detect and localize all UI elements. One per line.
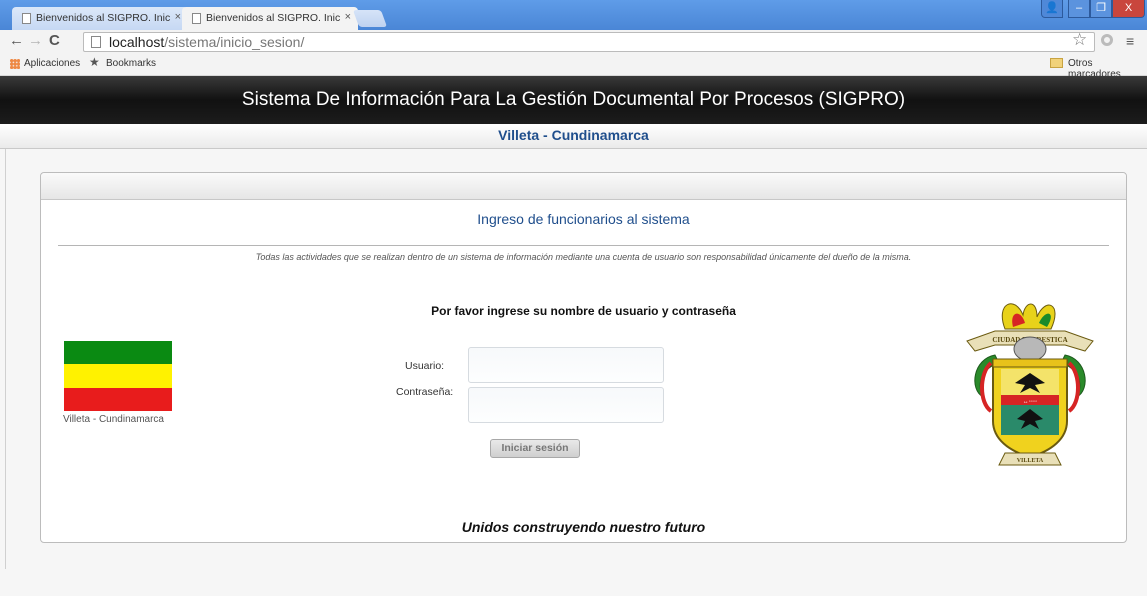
star-icon: ★ [89,55,100,69]
bookmark-star-icon[interactable]: ☆ [1072,30,1087,50]
address-bar[interactable]: localhost/sistema/inicio_sesion/ [83,32,1095,52]
bookmark-apps[interactable]: Aplicaciones [24,58,80,69]
usuario-label: Usuario: [405,360,445,372]
svg-text:VILLETA: VILLETA [1017,458,1044,464]
url-host: localhost [109,34,165,50]
apps-grid-icon[interactable] [10,59,20,69]
extension-icon[interactable] [1101,34,1113,46]
forward-arrow-icon[interactable]: → [28,32,43,49]
divider [5,149,6,569]
login-panel: Ingreso de funcionarios al sistema Todas… [40,172,1127,543]
maximize-button[interactable]: ❐ [1090,0,1112,18]
bookmark-bookmarks[interactable]: Bookmarks [106,58,156,69]
tab-label: Bienvenidos al SIGPRO. Inic [206,12,341,24]
tab-active[interactable]: Bienvenidos al SIGPRO. Inic × [182,7,358,30]
password-label: Contraseña: [396,386,454,398]
page-subheader: Villeta - Cundinamarca [0,124,1147,149]
document-icon [22,13,31,24]
svg-text:↔◦◦◦◦: ↔◦◦◦◦ [1023,399,1038,405]
document-icon [192,13,201,24]
close-window-button[interactable]: X [1112,0,1145,18]
villeta-flag [64,341,172,411]
user-profile-button[interactable]: 👤 [1041,0,1063,18]
tab-close-icon[interactable]: × [175,11,181,23]
password-input[interactable] [468,387,664,423]
reload-icon[interactable]: C [49,32,60,49]
panel-title: Ingreso de funcionarios al sistema [477,211,690,227]
browser-toolbar: ← → C localhost/sistema/inicio_sesion/ ☆… [0,30,1147,53]
page-icon [91,36,101,48]
tab-inactive[interactable]: Bienvenidos al SIGPRO. Inic × [12,7,188,30]
villeta-coat-of-arms: CIUDAD FLORESTICA ↔◦◦◦◦ VILLETA [966,303,1094,466]
usuario-input[interactable] [468,347,664,383]
url-path: /sistema/inicio_sesion/ [164,34,305,50]
folder-icon [1050,58,1063,68]
browser-titlebar: Bienvenidos al SIGPRO. Inic × Bienvenido… [0,0,1147,30]
disclaimer-text: Todas las actividades que se realizan de… [255,252,912,262]
menu-icon[interactable]: ≡ [1126,33,1134,49]
page-header: Sistema De Información Para La Gestión D… [0,76,1147,124]
motto-text: Unidos construyendo nuestro futuro [461,519,706,535]
flag-caption: Villeta - Cundinamarca [63,414,164,425]
page-content: Sistema De Información Para La Gestión D… [0,76,1147,596]
login-prompt: Por favor ingrese su nombre de usuario y… [431,304,736,318]
login-button[interactable]: Iniciar sesión [490,439,580,458]
divider [58,245,1109,246]
new-tab-button[interactable] [352,10,388,27]
tab-close-icon[interactable]: × [345,11,351,23]
bookmarks-bar: Aplicaciones ★ Bookmarks Otros marcadore… [0,53,1147,80]
tab-label: Bienvenidos al SIGPRO. Inic [36,12,171,24]
panel-header-bar [41,173,1126,200]
back-arrow-icon[interactable]: ← [9,32,24,49]
minimize-button[interactable]: – [1068,0,1090,18]
